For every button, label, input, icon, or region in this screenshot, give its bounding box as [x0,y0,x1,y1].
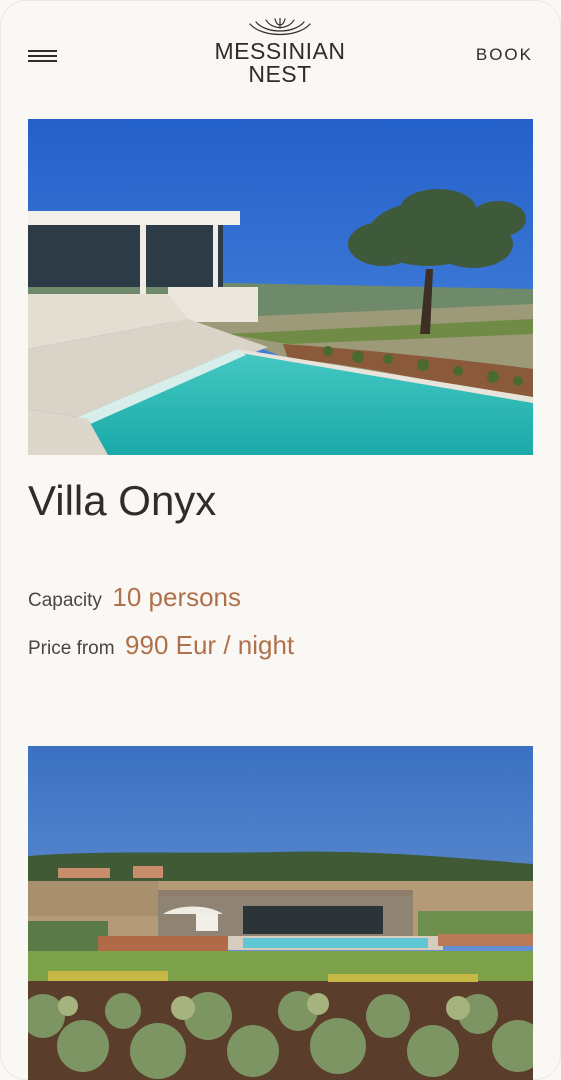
logo-text-line2: NEST [248,61,312,87]
site-header: MESSINIAN NEST BOOK [0,0,561,110]
brand-logo[interactable]: MESSINIAN NEST [180,18,380,86]
villa-name[interactable]: Villa Onyx [28,477,216,525]
book-button[interactable]: BOOK [476,45,533,65]
villa-card [28,746,533,1080]
logo-text-line1: MESSINIAN [214,38,346,64]
capacity-row: Capacity 10 persons [28,582,241,613]
villa-photo[interactable] [28,746,533,1080]
capacity-value: 10 persons [112,582,242,612]
price-value: 990 Eur / night [125,630,295,660]
hamburger-menu-icon[interactable] [28,47,58,65]
nest-logo-icon [249,18,311,35]
capacity-label: Capacity [28,590,102,611]
page: MESSINIAN NEST BOOK Villa Onyx Capacity … [0,0,561,1080]
villa-onyx-photo[interactable] [28,119,533,455]
price-row: Price from 990 Eur / night [28,630,294,661]
villa-card: Villa Onyx Capacity 10 persons Price fro… [28,119,533,679]
price-label: Price from [28,638,115,659]
